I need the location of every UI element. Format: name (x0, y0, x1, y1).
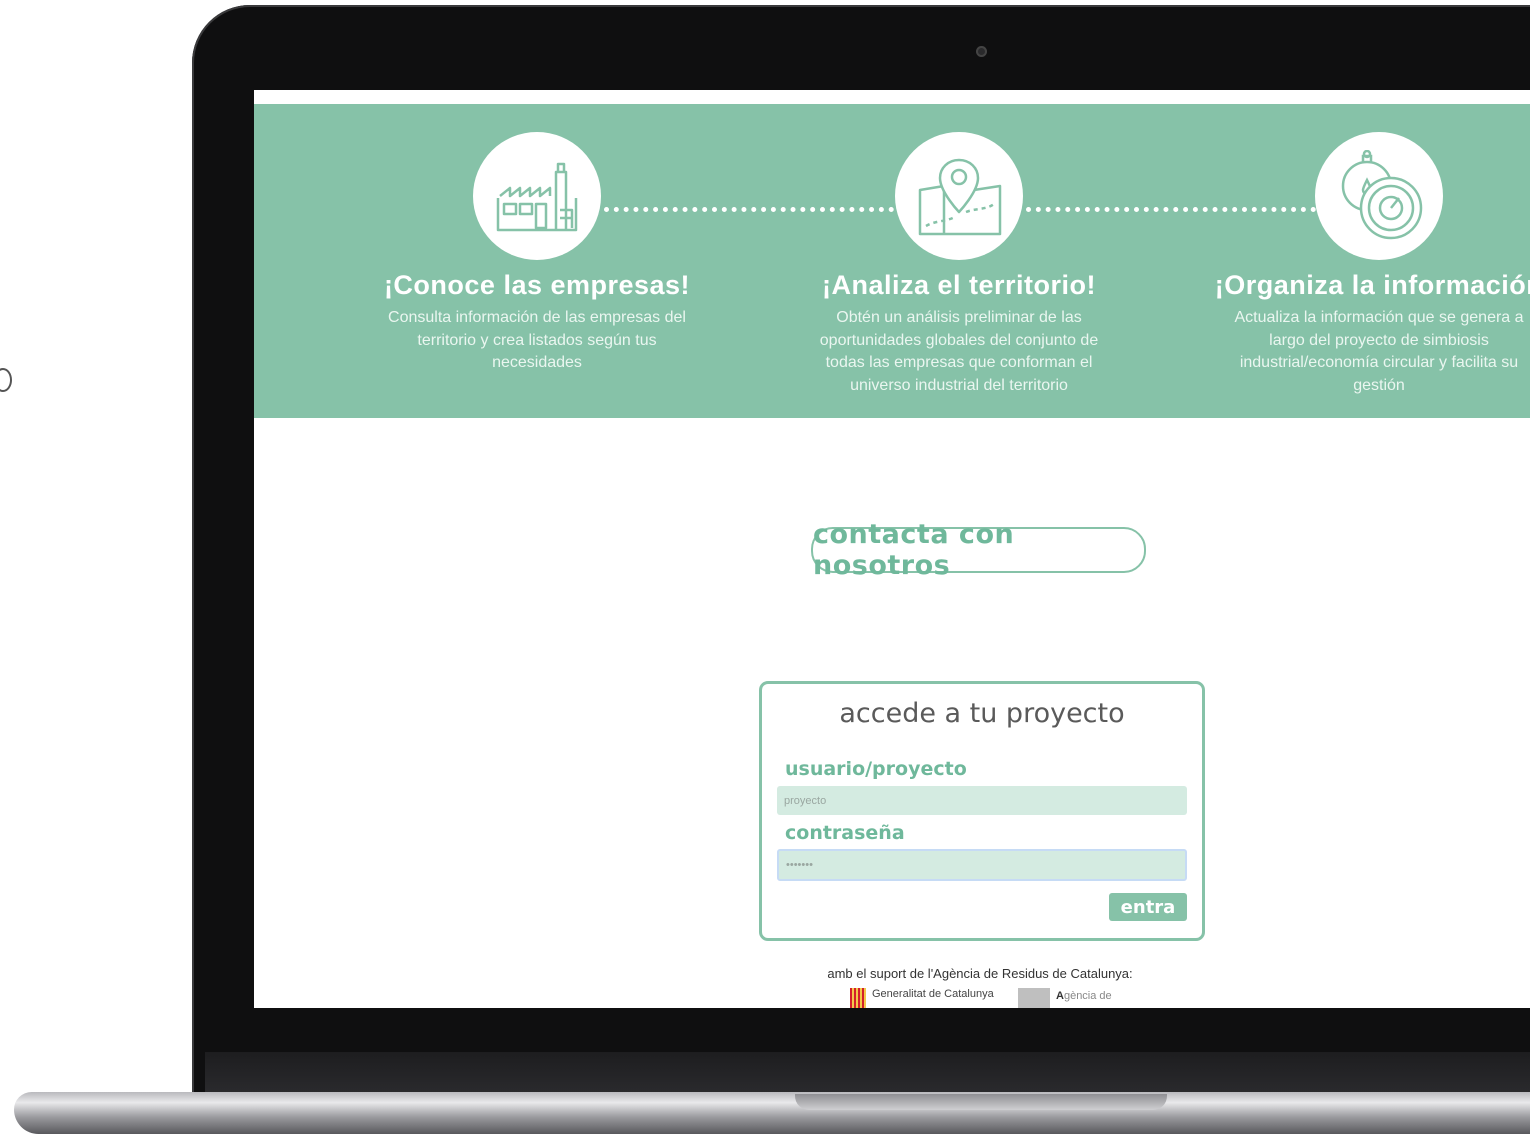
generalitat-logo-text: Generalitat de Catalunya (872, 988, 994, 1000)
password-input[interactable] (777, 849, 1187, 881)
arc-logo-rest: gència de (1063, 990, 1112, 1002)
feature-description: Actualiza la información que se genera a… (1234, 309, 1524, 394)
laptop-base-notch (795, 1094, 1167, 1110)
laptop-base (14, 1092, 1530, 1134)
arc-logo-icon (1018, 988, 1050, 1008)
arc-logo-initial: A (1056, 990, 1064, 1002)
map-pin-icon (918, 158, 1002, 236)
top-strip (254, 90, 1530, 104)
screen: ¡Conoce las empresas! Consulta informaci… (254, 90, 1530, 1008)
sponsor-logos: Generalitat de Catalunya Agència de (850, 988, 1150, 1008)
feature-organiza: ¡Organiza la información Actualiza la in… (1209, 132, 1530, 397)
login-panel: accede a tu proyecto usuario/proyecto co… (759, 681, 1205, 941)
generalitat-logo-icon (850, 988, 866, 1008)
feature-title: ¡Organiza la información (1214, 270, 1530, 300)
camera-icon (976, 46, 987, 57)
feature-title: ¡Analiza el territorio! (821, 270, 1097, 300)
username-label: usuario/proyecto (785, 758, 967, 780)
password-label: contraseña (785, 822, 905, 844)
feature-icon-circle (895, 132, 1023, 260)
support-text: amb el suport de l'Agència de Residus de… (827, 966, 1133, 981)
arc-logo-text: Agència de (1056, 990, 1112, 1002)
feature-icon-circle (1315, 132, 1443, 260)
feature-title: ¡Conoce las empresas! (383, 270, 691, 300)
gauge-icon (1341, 150, 1423, 240)
laptop-bottom-bezel (205, 1052, 1530, 1096)
feature-conoce: ¡Conoce las empresas! Consulta informaci… (367, 132, 707, 375)
contact-button[interactable]: contacta con nosotros (811, 519, 1146, 581)
feature-description: Obtén un análisis preliminar de las opor… (819, 309, 1099, 394)
decorative-mark (0, 368, 12, 392)
login-title: accede a tu proyecto (839, 698, 1125, 729)
features-banner: ¡Conoce las empresas! Consulta informaci… (254, 104, 1530, 418)
feature-analiza: ¡Analiza el territorio! Obtén un análisi… (789, 132, 1129, 397)
feature-description: Consulta información de las empresas del… (388, 309, 686, 371)
login-submit-button[interactable]: entra (1109, 893, 1187, 921)
factory-icon (496, 162, 578, 232)
feature-icon-circle (473, 132, 601, 260)
username-input[interactable] (777, 786, 1187, 815)
